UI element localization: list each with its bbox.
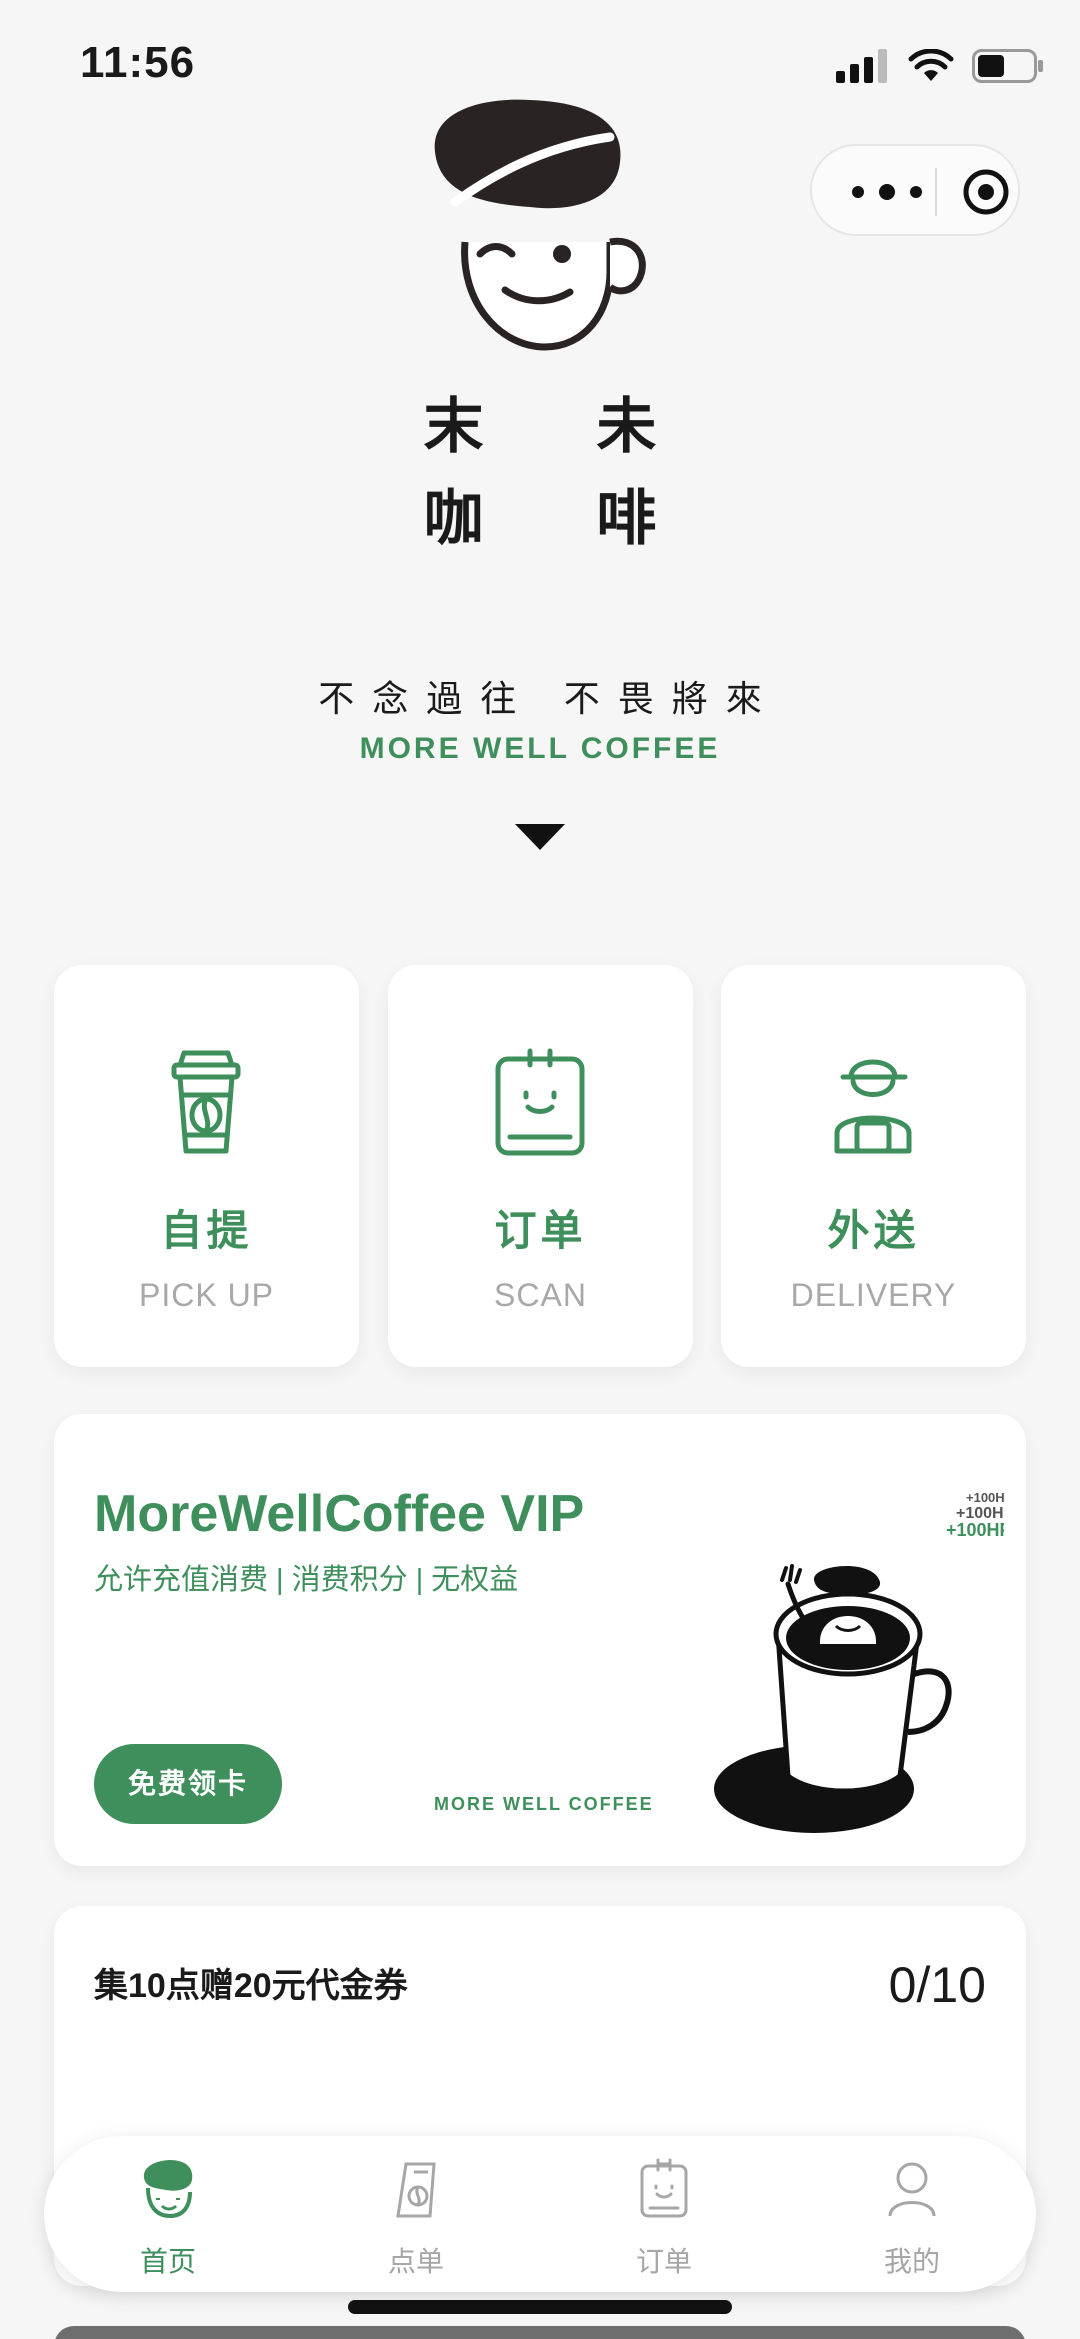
capsule-divider xyxy=(935,168,937,216)
wifi-icon xyxy=(908,49,954,81)
brand-name-line2: 咖 啡 xyxy=(423,484,703,554)
pickup-card[interactable]: 自提 PICK UP xyxy=(54,965,359,1367)
delivery-subtitle: DELIVERY xyxy=(790,1277,957,1313)
home-mascot-icon xyxy=(143,2160,193,2219)
vip-card[interactable]: MoreWellCoffee VIP 允许充值消费 | 消费积分 | 无权益 免… xyxy=(54,1414,1026,1866)
orders-icon xyxy=(640,2158,688,2218)
tab-menu[interactable]: 点单 xyxy=(292,2136,540,2292)
english-brand-name: MORE WELL COFFEE xyxy=(359,732,721,765)
tab-orders[interactable]: 订单 xyxy=(540,2136,788,2292)
hp-label-1: +100HP xyxy=(966,1490,1004,1505)
delivery-person-icon xyxy=(834,1059,912,1154)
order-title: 订单 xyxy=(494,1207,587,1254)
miniprogram-capsule xyxy=(810,144,1020,236)
stamp-count: 0/10 xyxy=(888,1957,986,2013)
tab-bar: 首页 点单 订单 我的 xyxy=(44,2136,1036,2292)
menu-order-icon xyxy=(396,2162,436,2218)
order-subtitle: SCAN xyxy=(494,1277,587,1313)
slogan: 不念過往 不畏將來 xyxy=(318,679,780,720)
order-clipboard-icon xyxy=(495,1048,585,1156)
order-card[interactable]: 订单 SCAN xyxy=(388,965,693,1367)
pickup-title: 自提 xyxy=(160,1207,253,1254)
home-page: 11:56 末 未 咖 啡 不念過往 不畏將來 MORE WELL COFFEE… xyxy=(0,0,1080,2339)
tab-menu-label: 点单 xyxy=(387,2246,444,2277)
tab-profile-label: 我的 xyxy=(883,2246,940,2277)
home-indicator[interactable] xyxy=(348,2300,732,2314)
status-time: 11:56 xyxy=(80,38,196,87)
tab-home-label: 首页 xyxy=(139,2246,196,2277)
tab-home[interactable]: 首页 xyxy=(44,2136,292,2292)
vip-title: MoreWellCoffee VIP xyxy=(94,1485,585,1543)
stamp-title: 集10点赠20元代金券 xyxy=(94,1967,408,2005)
brand-name-line1: 末 未 xyxy=(423,392,703,462)
pickup-subtitle: PICK UP xyxy=(138,1277,275,1313)
hp-label-3: +100HP xyxy=(946,1520,1004,1540)
vip-brand-name: MORE WELL COFFEE xyxy=(434,1794,654,1814)
battery-icon xyxy=(972,49,1043,83)
mascot-logo-icon xyxy=(434,99,646,351)
mascot-in-cup-illustration: +100HP +100HP +100HP xyxy=(714,1490,1004,1833)
close-miniprogram-icon[interactable] xyxy=(962,168,1010,216)
tab-profile[interactable]: 我的 xyxy=(788,2136,1036,2292)
delivery-title: 外送 xyxy=(827,1207,920,1254)
delivery-card[interactable]: 外送 DELIVERY xyxy=(721,965,1026,1367)
scroll-down-icon[interactable] xyxy=(515,824,565,850)
status-icons xyxy=(836,44,1044,88)
tab-orders-label: 订单 xyxy=(635,2246,692,2277)
vip-description: 允许充值消费 | 消费积分 | 无权益 xyxy=(94,1564,519,1596)
coffee-cup-icon xyxy=(171,1050,241,1154)
get-card-button[interactable]: 免费领卡 xyxy=(94,1744,282,1824)
next-card-peek xyxy=(54,2326,1026,2339)
signal-icon xyxy=(836,49,887,83)
profile-icon xyxy=(888,2162,936,2217)
more-options-icon[interactable] xyxy=(844,168,930,216)
